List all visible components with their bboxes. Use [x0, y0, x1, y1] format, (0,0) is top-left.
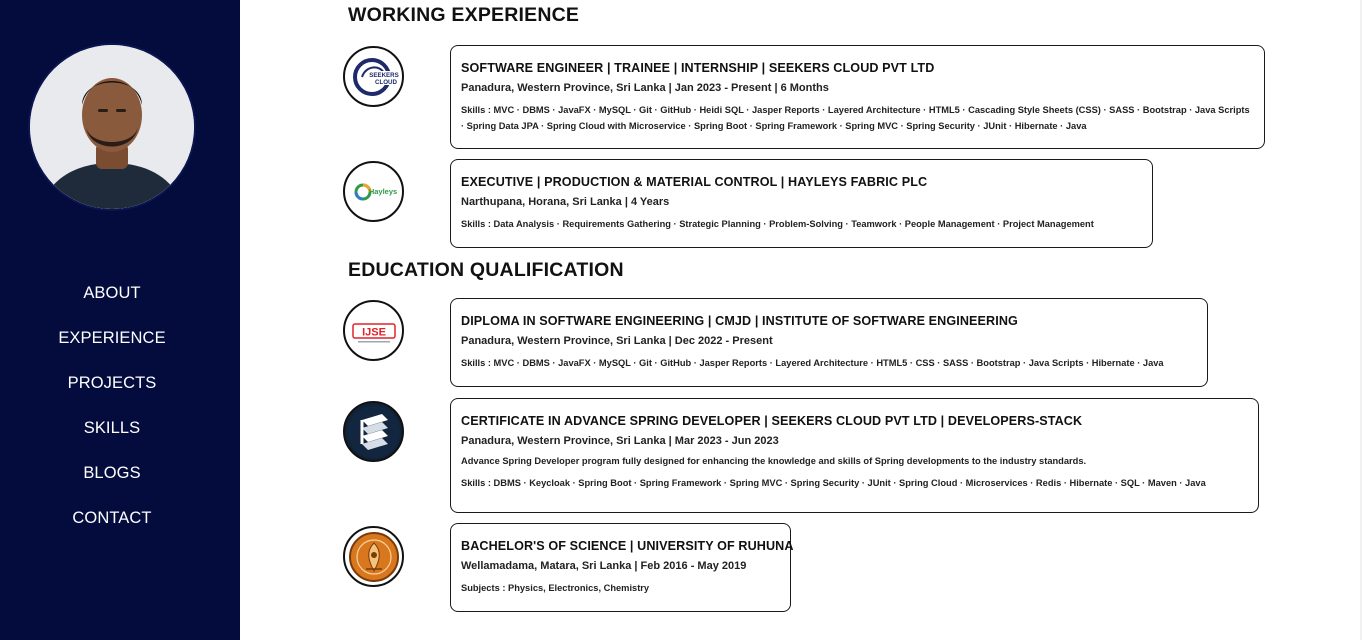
- main-nav: ABOUT EXPERIENCE PROJECTS SKILLS BLOGS C…: [0, 280, 224, 550]
- education-subjects: Subjects : Physics, Electronics, Chemist…: [461, 583, 650, 593]
- hayleys-logo-icon: Hayleys: [343, 161, 404, 222]
- hayleys-logo-text: Hayleys: [368, 187, 396, 196]
- education-card-ijse: DIPLOMA IN SOFTWARE ENGINEERING | CMJD |…: [450, 298, 1208, 387]
- experience-skills: Skills : MVC · DBMS · JavaFX · MySQL · G…: [461, 105, 1250, 131]
- education-title: CERTIFICATE IN ADVANCE SPRING DEVELOPER …: [461, 414, 1083, 428]
- ijse-logo-icon: IJSE: [343, 300, 404, 361]
- developers-stack-logo-icon: [343, 401, 404, 462]
- education-skills: Skills : DBMS · Keycloak · Spring Boot ·…: [461, 478, 1206, 488]
- experience-meta: Narthupana, Horana, Sri Lanka | 4 Years: [461, 196, 670, 208]
- nav-blogs[interactable]: BLOGS: [0, 460, 224, 505]
- nav-experience[interactable]: EXPERIENCE: [0, 325, 224, 370]
- experience-title: SOFTWARE ENGINEER | TRAINEE | INTERNSHIP…: [461, 61, 935, 75]
- sidebar: ABOUT EXPERIENCE PROJECTS SKILLS BLOGS C…: [0, 0, 240, 640]
- nav-contact[interactable]: CONTACT: [0, 505, 224, 550]
- nav-about[interactable]: ABOUT: [0, 280, 224, 325]
- experience-skills: Skills : Data Analysis · Requirements Ga…: [461, 219, 1094, 229]
- education-meta: Panadura, Western Province, Sri Lanka | …: [461, 335, 773, 347]
- experience-card-seekers: SOFTWARE ENGINEER | TRAINEE | INTERNSHIP…: [450, 45, 1265, 149]
- education-title: BACHELOR'S OF SCIENCE | UNIVERSITY OF RU…: [461, 539, 794, 553]
- avatar: [30, 45, 194, 209]
- experience-meta: Panadura, Western Province, Sri Lanka | …: [461, 82, 829, 94]
- main-content: WORKING EXPERIENCE SEEKERS CLOUD SOFTWAR…: [240, 0, 1362, 640]
- education-title: DIPLOMA IN SOFTWARE ENGINEERING | CMJD |…: [461, 314, 1018, 328]
- education-card-ruhuna: BACHELOR'S OF SCIENCE | UNIVERSITY OF RU…: [450, 523, 794, 612]
- ijse-logo-text: IJSE: [362, 326, 386, 338]
- education-card-spring: CERTIFICATE IN ADVANCE SPRING DEVELOPER …: [450, 398, 1259, 513]
- nav-projects[interactable]: PROJECTS: [0, 370, 224, 415]
- education-description: Advance Spring Developer program fully d…: [461, 456, 1087, 466]
- experience-card-hayleys: EXECUTIVE | PRODUCTION & MATERIAL CONTRO…: [450, 159, 1153, 248]
- education-meta: Wellamadama, Matara, Sri Lanka | Feb 201…: [461, 560, 747, 572]
- seekers-logo-text-line1: SEEKERS: [369, 72, 399, 79]
- education-meta: Panadura, Western Province, Sri Lanka | …: [461, 435, 779, 447]
- experience-section-title: WORKING EXPERIENCE: [348, 4, 580, 26]
- profile-photo: [30, 45, 194, 209]
- university-of-ruhuna-crest-icon: [343, 526, 404, 587]
- seekers-logo-text-line2: CLOUD: [375, 79, 398, 86]
- seekers-cloud-logo-icon: SEEKERS CLOUD: [343, 46, 404, 107]
- nav-skills[interactable]: SKILLS: [0, 415, 224, 460]
- education-section-title: EDUCATION QUALIFICATION: [348, 259, 624, 281]
- education-skills: Skills : MVC · DBMS · JavaFX · MySQL · G…: [461, 358, 1164, 368]
- experience-title: EXECUTIVE | PRODUCTION & MATERIAL CONTRO…: [461, 175, 928, 189]
